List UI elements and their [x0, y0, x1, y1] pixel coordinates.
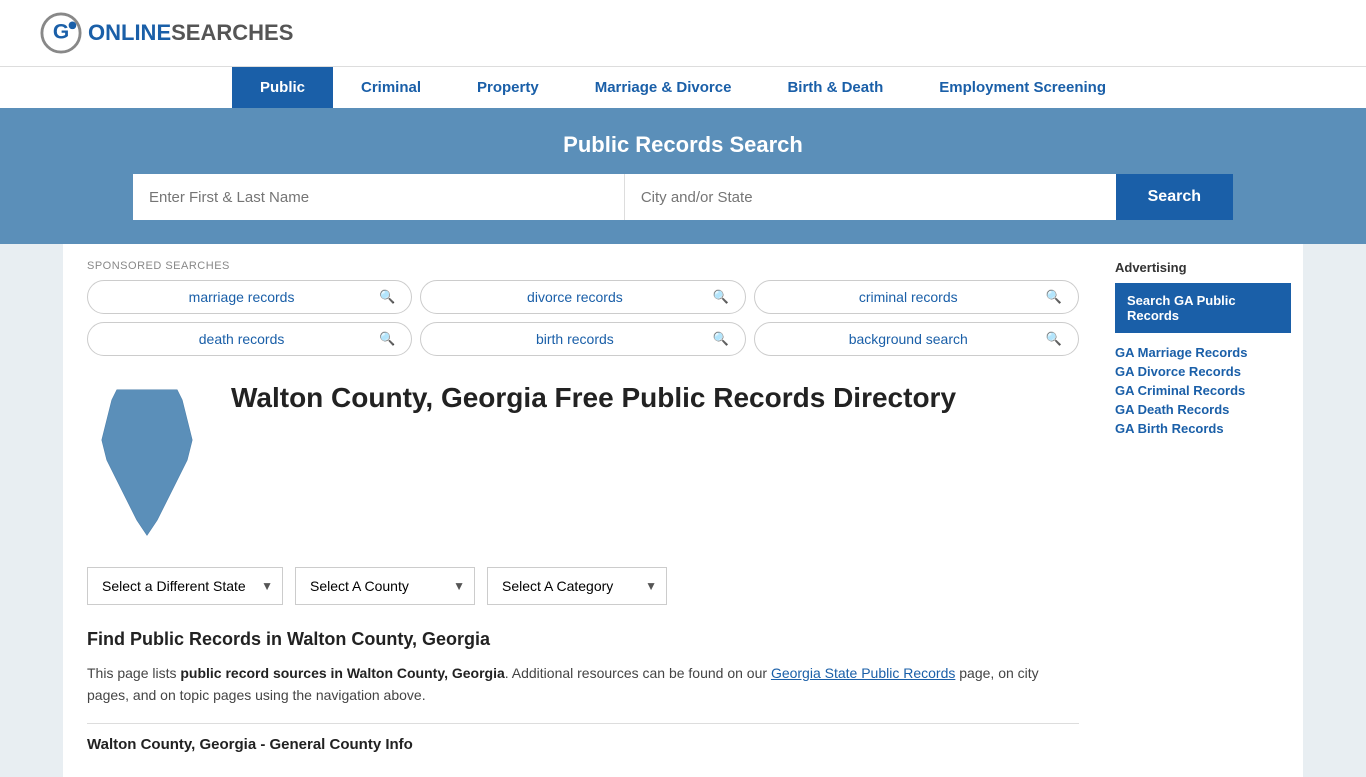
sponsored-birth[interactable]: birth records 🔍	[420, 322, 745, 356]
svg-text:G: G	[53, 21, 69, 44]
sponsored-label: SPONSORED SEARCHES	[87, 260, 1079, 272]
main-container: SPONSORED SEARCHES marriage records 🔍 di…	[63, 244, 1303, 777]
sponsored-divorce[interactable]: divorce records 🔍	[420, 280, 745, 314]
logo-icon: G	[40, 12, 82, 54]
nav-item-property[interactable]: Property	[449, 67, 567, 108]
main-nav: Public Criminal Property Marriage & Divo…	[0, 66, 1366, 108]
page-title: Walton County, Georgia Free Public Recor…	[231, 380, 956, 416]
search-icon-criminal: 🔍	[1046, 289, 1062, 305]
location-input[interactable]	[625, 174, 1116, 220]
search-icon-death: 🔍	[379, 331, 395, 347]
sponsored-grid: marriage records 🔍 divorce records 🔍 cri…	[87, 280, 1079, 356]
sidebar: Advertising Search GA Public Records GA …	[1103, 244, 1303, 777]
name-input[interactable]	[133, 174, 625, 220]
site-logo[interactable]: G ONLINESEARCHES	[40, 12, 293, 54]
page-heading-row: Walton County, Georgia Free Public Recor…	[87, 380, 1079, 543]
sidebar-link-divorce[interactable]: GA Divorce Records	[1115, 364, 1291, 379]
site-header: G ONLINESEARCHES	[0, 0, 1366, 66]
sidebar-links: GA Marriage Records GA Divorce Records G…	[1115, 345, 1291, 436]
nav-item-employment[interactable]: Employment Screening	[911, 67, 1134, 108]
search-icon-divorce: 🔍	[712, 289, 728, 305]
search-banner-title: Public Records Search	[40, 132, 1326, 158]
find-heading: Find Public Records in Walton County, Ge…	[87, 629, 1079, 650]
state-map	[87, 380, 207, 543]
sidebar-link-birth[interactable]: GA Birth Records	[1115, 421, 1291, 436]
description-bold: public record sources in Walton County, …	[180, 665, 504, 681]
logo-text: ONLINESEARCHES	[88, 20, 293, 46]
search-form: Search	[133, 174, 1233, 220]
search-icon-marriage: 🔍	[379, 289, 395, 305]
search-icon-background: 🔍	[1046, 331, 1062, 347]
sidebar-link-death[interactable]: GA Death Records	[1115, 402, 1291, 417]
category-dropdown[interactable]: Select A Category	[487, 567, 667, 605]
sidebar-ad-label: Advertising	[1115, 260, 1291, 275]
nav-item-birth[interactable]: Birth & Death	[759, 67, 911, 108]
georgia-map-svg	[87, 380, 207, 540]
page-title-area: Walton County, Georgia Free Public Recor…	[231, 380, 956, 543]
nav-item-marriage[interactable]: Marriage & Divorce	[567, 67, 760, 108]
search-icon-birth: 🔍	[712, 331, 728, 347]
sidebar-link-marriage[interactable]: GA Marriage Records	[1115, 345, 1291, 360]
county-dropdown[interactable]: Select A County	[295, 567, 475, 605]
section-subtitle: Walton County, Georgia - General County …	[87, 736, 1079, 753]
sidebar-ad-box[interactable]: Search GA Public Records	[1115, 283, 1291, 333]
nav-item-public[interactable]: Public	[232, 67, 333, 108]
sponsored-background[interactable]: background search 🔍	[754, 322, 1079, 356]
search-button[interactable]: Search	[1116, 174, 1233, 220]
category-dropdown-wrapper: Select A Category ▼	[487, 567, 667, 605]
state-dropdown-wrapper: Select a Different State ▼	[87, 567, 283, 605]
search-banner: Public Records Search Search	[0, 108, 1366, 244]
sponsored-death[interactable]: death records 🔍	[87, 322, 412, 356]
state-dropdown[interactable]: Select a Different State	[87, 567, 283, 605]
content-area: SPONSORED SEARCHES marriage records 🔍 di…	[63, 244, 1103, 777]
sponsored-criminal[interactable]: criminal records 🔍	[754, 280, 1079, 314]
sponsored-marriage[interactable]: marriage records 🔍	[87, 280, 412, 314]
section-divider	[87, 723, 1079, 724]
description-text: This page lists public record sources in…	[87, 662, 1079, 707]
dropdowns-row: Select a Different State ▼ Select A Coun…	[87, 567, 1079, 605]
georgia-records-link[interactable]: Georgia State Public Records	[771, 665, 955, 681]
county-dropdown-wrapper: Select A County ▼	[295, 567, 475, 605]
nav-item-criminal[interactable]: Criminal	[333, 67, 449, 108]
sidebar-link-criminal[interactable]: GA Criminal Records	[1115, 383, 1291, 398]
